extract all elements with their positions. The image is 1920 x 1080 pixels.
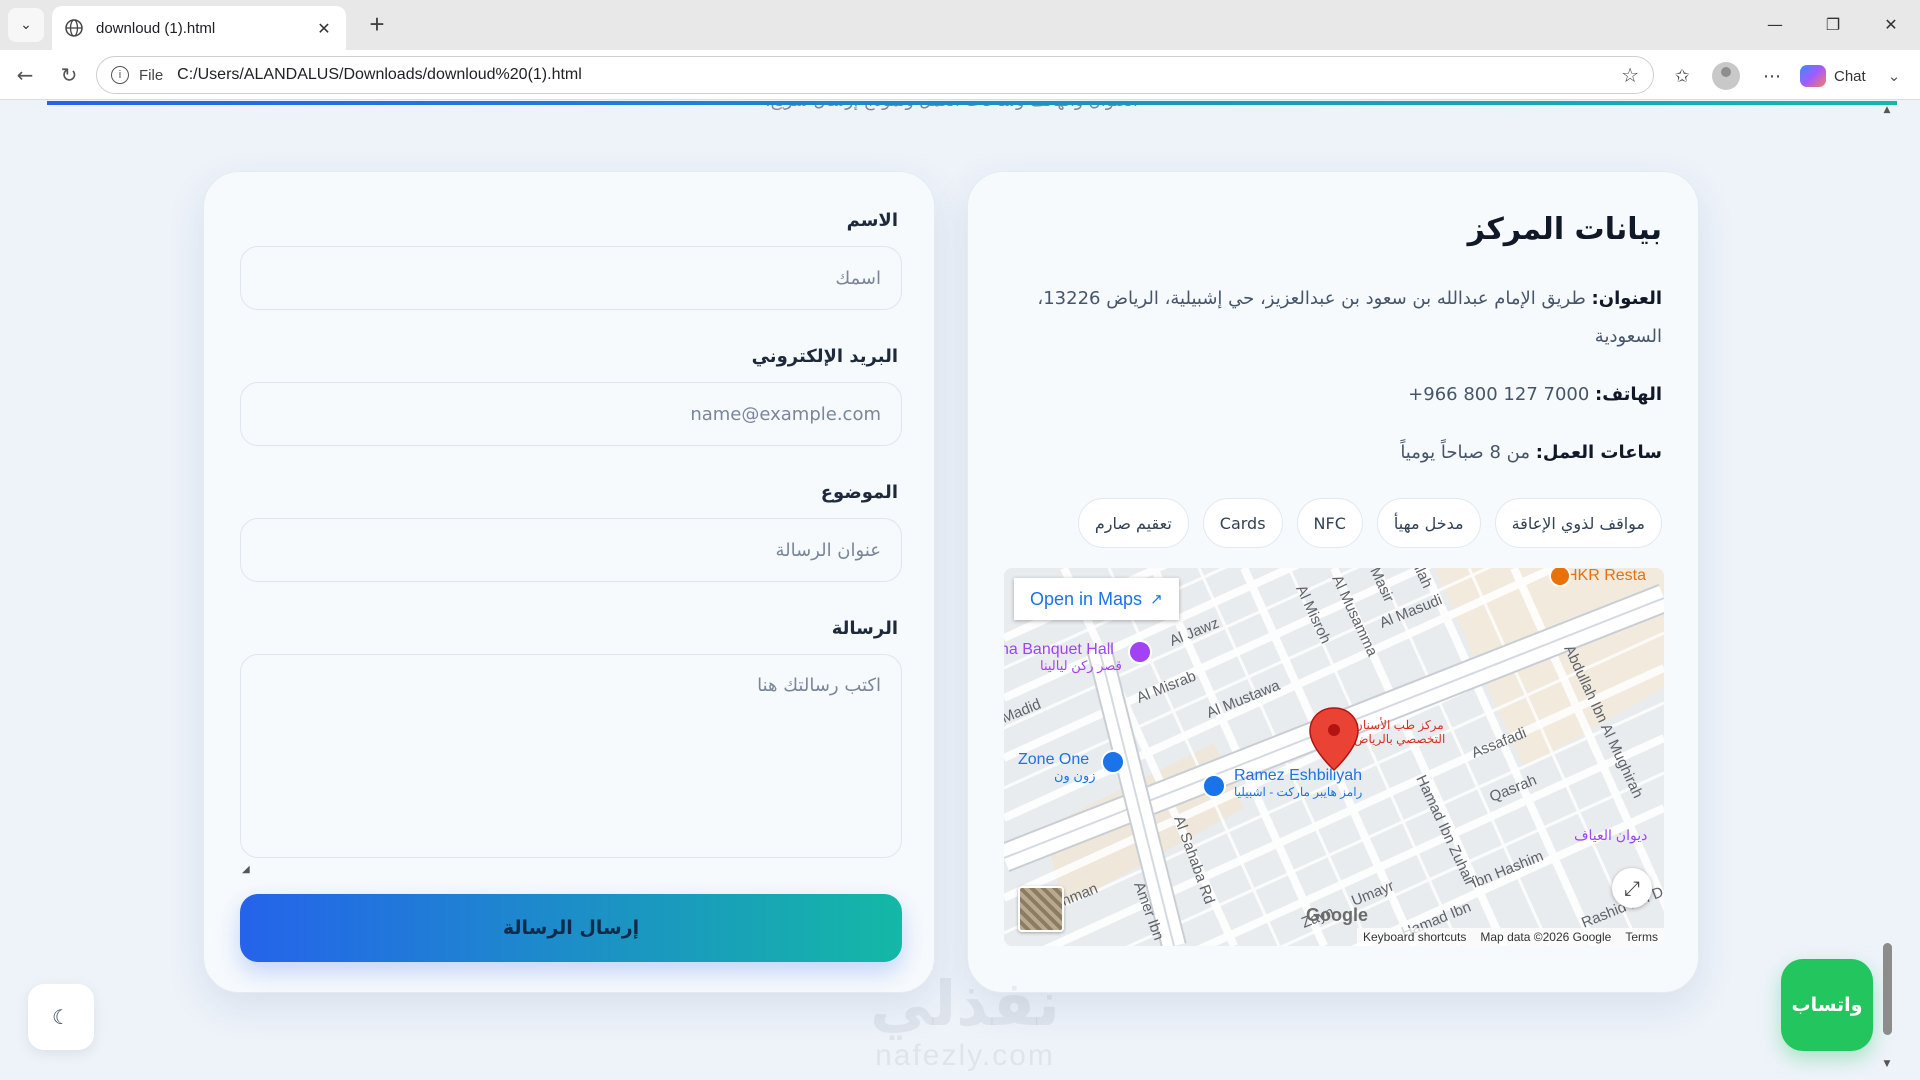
google-logo: Google xyxy=(1306,905,1368,925)
map-poi-label: na Banquet Hall xyxy=(1004,641,1114,658)
theme-toggle-moon-icon[interactable]: ☾ xyxy=(28,984,94,1050)
scroll-up-icon[interactable]: ▲ xyxy=(1881,105,1893,117)
scrollbar-thumb[interactable] xyxy=(1883,943,1892,1035)
contact-form-card: الاسم البريد الإلكتروني الموضوع الرسالة … xyxy=(203,171,935,993)
hours-label: ساعات العمل: xyxy=(1535,442,1662,463)
phone-label: الهاتف: xyxy=(1595,384,1662,405)
map-footer: Keyboard shortcuts Map data ©2026 Google… xyxy=(1357,928,1664,946)
message-label: الرسالة xyxy=(831,618,898,639)
embedded-map[interactable]: Al Jawz Al Misrab Al Mustawa Al Misroh A… xyxy=(1004,568,1664,946)
chevron-down-icon: ⌄ xyxy=(1887,68,1901,85)
scroll-down-icon[interactable]: ▼ xyxy=(1881,1059,1893,1071)
fullscreen-icon[interactable]: ⤢ xyxy=(1612,868,1652,908)
page-scrollbar[interactable]: ▲ ▼ xyxy=(1876,101,1898,1076)
email-label: البريد الإلكتروني xyxy=(751,346,898,367)
chip-accessible-entrance: مدخل مهيأ xyxy=(1376,498,1481,548)
phone-line: الهاتف: +966 800 127 7000 xyxy=(1002,376,1662,414)
back-arrow-icon[interactable]: ← xyxy=(10,60,40,90)
tab-close-icon[interactable]: ✕ xyxy=(314,19,334,38)
map-data-attribution: Map data ©2026 Google xyxy=(1480,930,1612,944)
message-textarea[interactable] xyxy=(240,654,902,858)
chat-label: Chat xyxy=(1834,67,1866,85)
shop-pin-icon xyxy=(1202,774,1226,798)
feature-chips: مواقف لذوي الإعاقة مدخل مهيأ NFC Cards ت… xyxy=(1077,498,1662,548)
window-close-icon[interactable]: ✕ xyxy=(1862,0,1920,48)
profile-avatar[interactable] xyxy=(1712,62,1740,90)
map-poi-label: قصر ركن ليالينا xyxy=(1040,658,1122,674)
info-icon[interactable]: i xyxy=(111,66,129,84)
globe-icon xyxy=(65,19,83,37)
subject-label: الموضوع xyxy=(820,482,898,503)
map-canvas: Al Jawz Al Misrab Al Mustawa Al Misroh A… xyxy=(1004,568,1664,946)
browser-tabbar: ⌄ downloud (1).html ✕ + — ❐ ✕ xyxy=(0,0,1920,50)
restaurant-pin-icon xyxy=(1549,568,1571,587)
tab-title: downloud (1).html xyxy=(96,19,216,37)
map-poi-label: رامز هايبر ماركت - اشبيليا xyxy=(1234,785,1363,799)
chip-sterilization: تعقيم صارم xyxy=(1077,498,1189,548)
favorite-star-icon[interactable]: ☆ xyxy=(1621,63,1639,87)
url-text[interactable]: C:/Users/ALANDALUS/Downloads/downloud%20… xyxy=(177,66,1621,84)
name-label: الاسم xyxy=(846,210,898,231)
subject-input[interactable] xyxy=(240,518,902,582)
banquet-pin-icon xyxy=(1128,640,1152,664)
shop-pin-icon xyxy=(1101,750,1125,774)
address-value: طريق الإمام عبدالله بن سعود بن عبدالعزيز… xyxy=(1037,288,1662,347)
header-accent-line xyxy=(47,101,1897,105)
reload-icon[interactable]: ↻ xyxy=(54,60,84,90)
name-input[interactable] xyxy=(240,246,902,310)
copilot-chat-button[interactable]: Chat ⌄ xyxy=(1800,60,1912,92)
new-tab-icon[interactable]: + xyxy=(362,10,392,40)
keyboard-shortcuts-link[interactable]: Keyboard shortcuts xyxy=(1363,930,1466,944)
external-link-icon: ↗ xyxy=(1150,591,1163,608)
watermark-latin: nafezly.com xyxy=(875,1039,1055,1072)
email-input[interactable] xyxy=(240,382,902,446)
map-poi-label: التخصصي بالرياض xyxy=(1354,732,1445,746)
info-title: بيانات المركز xyxy=(1467,212,1662,247)
satellite-toggle[interactable] xyxy=(1018,886,1064,932)
address-label: العنوان: xyxy=(1591,288,1662,309)
chip-accessible-parking: مواقف لذوي الإعاقة xyxy=(1494,498,1662,548)
browser-toolbar: ← ↻ i File C:/Users/ALANDALUS/Downloads/… xyxy=(0,50,1920,100)
copilot-icon xyxy=(1800,65,1826,87)
page-viewport: العنوان والهاتف وساعات العمل ونموذج إرسا… xyxy=(5,101,1898,1076)
map-poi-label: مركز طب الأسنان xyxy=(1354,717,1444,732)
tab-list-chevron-icon[interactable]: ⌄ xyxy=(8,8,44,42)
send-message-button[interactable]: إرسال الرسالة xyxy=(240,894,902,962)
favorites-icon[interactable]: ✩ xyxy=(1668,62,1696,90)
whatsapp-button[interactable]: واتساب xyxy=(1781,959,1873,1051)
terms-link[interactable]: Terms xyxy=(1625,930,1658,944)
open-in-maps-label: Open in Maps xyxy=(1030,588,1143,609)
restore-icon[interactable]: ❐ xyxy=(1804,0,1862,48)
chip-cards: Cards xyxy=(1202,498,1283,548)
more-menu-icon[interactable]: ⋯ xyxy=(1758,62,1786,90)
center-info-card: بيانات المركز العنوان: طريق الإمام عبدال… xyxy=(967,171,1699,993)
hours-line: ساعات العمل: من 8 صباحاً يومياً xyxy=(1002,434,1662,472)
map-poi-label: زون ون xyxy=(1054,768,1096,784)
resize-grip-icon[interactable]: ◢ xyxy=(242,864,250,875)
hours-value: من 8 صباحاً يومياً xyxy=(1400,442,1530,463)
map-poi-label: ديوان العياف xyxy=(1574,827,1647,844)
url-scheme: File xyxy=(139,66,164,84)
address-bar[interactable]: i File C:/Users/ALANDALUS/Downloads/down… xyxy=(96,56,1654,94)
minimize-icon[interactable]: — xyxy=(1746,0,1804,48)
map-poi-label: Zone One xyxy=(1018,751,1089,768)
chip-nfc: NFC xyxy=(1296,498,1363,548)
phone-value: +966 800 127 7000 xyxy=(1408,384,1590,405)
map-poi-label: HKR Resta xyxy=(1566,568,1646,584)
browser-tab[interactable]: downloud (1).html ✕ xyxy=(52,6,346,50)
map-poi-label: Ramez Eshbiliyah xyxy=(1234,767,1362,784)
address-line: العنوان: طريق الإمام عبدالله بن سعود بن … xyxy=(1002,280,1662,356)
open-in-maps-button[interactable]: Open in Maps ↗ xyxy=(1014,578,1179,620)
